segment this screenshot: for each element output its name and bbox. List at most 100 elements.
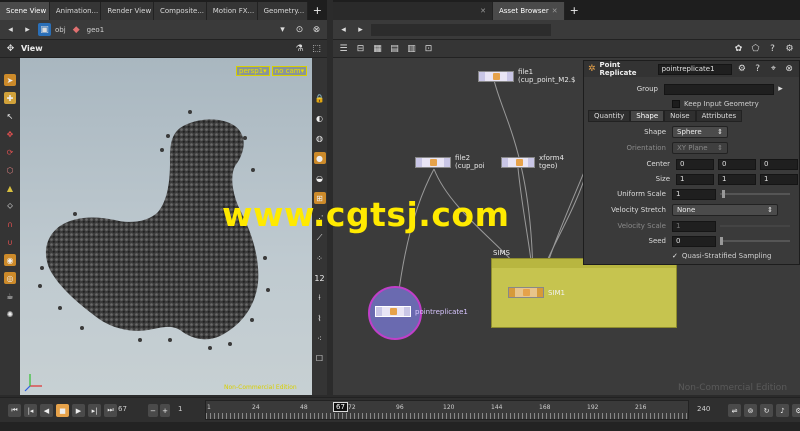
ghost-icon[interactable]: ☐ — [314, 352, 326, 364]
pin-icon[interactable]: ⌖ — [768, 63, 780, 76]
node-xform4[interactable]: xform4 tgeo) — [501, 154, 564, 170]
close-icon[interactable]: ✕ — [480, 7, 486, 15]
path-geo1[interactable]: geo1 — [87, 26, 237, 34]
jump-end-icon[interactable]: ⏭ — [104, 404, 117, 417]
layout-icon[interactable]: ▥ — [405, 42, 418, 55]
uniform-scale-field[interactable]: 1 — [672, 188, 716, 200]
velocity-scale-field[interactable]: 1 — [672, 220, 716, 232]
display-options-icon[interactable]: ⬚ — [310, 42, 323, 55]
tab-asset-browser[interactable]: Asset Browser ✕ — [493, 2, 565, 20]
frame-decrement-icon[interactable]: − — [148, 404, 158, 417]
orientation-dropdown[interactable]: XY Plane ⇕ — [672, 142, 728, 154]
tab-noise[interactable]: Noise — [664, 110, 696, 122]
keyframe-icon[interactable]: ⇌ — [728, 404, 741, 417]
tree-view-icon[interactable]: ⊟ — [354, 42, 367, 55]
play-icon[interactable]: ▶ — [72, 404, 85, 417]
link-icon[interactable]: ⊗ — [310, 23, 323, 36]
node-body[interactable] — [508, 287, 544, 298]
close-icon[interactable]: ✕ — [552, 7, 558, 15]
realtime-icon[interactable]: ⊚ — [744, 404, 757, 417]
step-back-icon[interactable]: |◂ — [24, 404, 37, 417]
select-mode-icon[interactable]: ✚ — [4, 92, 16, 104]
guide-icon[interactable]: ⌇ — [314, 312, 326, 324]
keep-input-checkbox[interactable] — [672, 100, 680, 108]
cam-menu[interactable]: no cam▾ — [271, 66, 308, 76]
size-x-field[interactable]: 1 — [676, 173, 714, 185]
help-icon[interactable]: ? — [752, 63, 764, 76]
node-sim1[interactable]: SIM1 — [508, 287, 565, 298]
color-palette-icon[interactable]: ✿ — [732, 42, 745, 55]
forward-arrow-icon[interactable]: ▸ — [354, 23, 367, 36]
group-field[interactable] — [664, 83, 774, 95]
dropdown-arrow-icon[interactable]: ▾ — [276, 23, 289, 36]
start-frame-field[interactable]: 1 — [178, 405, 182, 413]
move-tool-icon[interactable]: ✥ — [4, 128, 16, 140]
shape-palette-icon[interactable]: ⬠ — [749, 42, 762, 55]
list-view-icon[interactable]: ☰ — [337, 42, 350, 55]
scale-tool-icon[interactable]: ⬡ — [4, 164, 16, 176]
hierarchy-icon[interactable]: ⚗ — [293, 42, 306, 55]
current-frame-field[interactable]: 67 — [118, 405, 127, 413]
pose-tool-icon[interactable]: ▲ — [4, 182, 16, 194]
point-icon[interactable]: ⁘ — [314, 252, 326, 264]
velocity-stretch-dropdown[interactable]: None ⇕ — [672, 204, 778, 216]
lock-icon[interactable]: 🔒 — [314, 92, 326, 104]
persp-menu[interactable]: persp1▾ — [236, 66, 270, 76]
tab-shape[interactable]: Shape — [630, 110, 665, 122]
node-file2[interactable]: file2 (cup_poi — [415, 154, 485, 170]
checkmark-icon[interactable]: ✓ — [672, 252, 678, 260]
tab-animation[interactable]: Animation...✕ — [49, 2, 102, 20]
toggle-view-icon[interactable]: ✥ — [4, 42, 17, 55]
eye-icon[interactable]: ◐ — [314, 112, 326, 124]
end-frame-field[interactable]: 240 — [697, 405, 710, 413]
light-icon[interactable]: ● — [313, 152, 326, 164]
play-reverse-icon[interactable]: ◀ — [40, 404, 53, 417]
shading-icon[interactable]: ◒ — [314, 172, 326, 184]
normals-icon[interactable]: ⟊ — [314, 292, 326, 304]
shape-dropdown[interactable]: Sphere ⇕ — [672, 126, 728, 138]
select-tool-icon[interactable]: ➤ — [4, 74, 16, 86]
tab-geometry[interactable]: Geometry...✕ — [257, 2, 308, 20]
timeline-scrubber[interactable]: 1 24 48 72 96 120 144 168 192 216 67 — [205, 400, 689, 420]
jump-start-icon[interactable]: ⏮ — [8, 404, 21, 417]
table-view-icon[interactable]: ▤ — [388, 42, 401, 55]
uniform-scale-slider[interactable] — [720, 190, 790, 198]
add-tab-icon[interactable]: + — [565, 4, 584, 17]
back-arrow-icon[interactable]: ◂ — [337, 23, 350, 36]
view-tool-icon[interactable]: ◉ — [4, 254, 16, 266]
size-z-field[interactable]: 1 — [760, 173, 798, 185]
node-body[interactable] — [375, 306, 411, 317]
rotate-tool-icon[interactable]: ⟳ — [4, 146, 16, 158]
frame-increment-icon[interactable]: + — [160, 404, 170, 417]
tab-attributes[interactable]: Attributes — [695, 110, 743, 122]
network-path-field[interactable] — [371, 23, 551, 36]
link-icon[interactable]: ⊗ — [783, 63, 795, 76]
arrow-tool-icon[interactable]: ↖ — [4, 110, 16, 122]
settings-icon[interactable]: ⚙ — [783, 42, 796, 55]
seed-field[interactable]: 0 — [672, 235, 716, 247]
node-body[interactable] — [478, 70, 514, 82]
node-file1[interactable]: file1 (cup_point_M2.$ — [478, 68, 575, 84]
node-name-field[interactable]: pointreplicate1 — [657, 63, 733, 75]
playhead[interactable]: 67 — [333, 402, 348, 412]
tab-composite[interactable]: Composite...✕ — [153, 2, 207, 20]
handle-tool-icon[interactable]: ⬦ — [4, 200, 16, 212]
center-z-field[interactable]: 0 — [760, 158, 798, 170]
grid-view-icon[interactable]: ▦ — [371, 42, 384, 55]
tab-motion-fx[interactable]: Motion FX...✕ — [206, 2, 258, 20]
global-settings-icon[interactable]: ⚙ — [792, 404, 800, 417]
lightbulb-icon[interactable]: ✺ — [4, 308, 16, 320]
snap-icon[interactable]: ∪ — [4, 236, 16, 248]
slider-handle[interactable] — [722, 190, 725, 198]
render-region-icon[interactable]: ◎ — [4, 272, 16, 284]
forward-arrow-icon[interactable]: ▸ — [21, 23, 34, 36]
back-arrow-icon[interactable]: ◂ — [4, 23, 17, 36]
center-x-field[interactable]: 0 — [676, 158, 714, 170]
bulb-icon[interactable]: ◍ — [314, 132, 326, 144]
path-obj[interactable]: obj — [55, 26, 66, 34]
sim-network-box[interactable]: SIMS SIM1 — [491, 249, 677, 328]
magnet-icon[interactable]: ∩ — [4, 218, 16, 230]
teapot-icon[interactable]: ☕ — [4, 290, 16, 302]
network-options-icon[interactable]: ⊡ — [422, 42, 435, 55]
node-body[interactable] — [501, 156, 535, 168]
